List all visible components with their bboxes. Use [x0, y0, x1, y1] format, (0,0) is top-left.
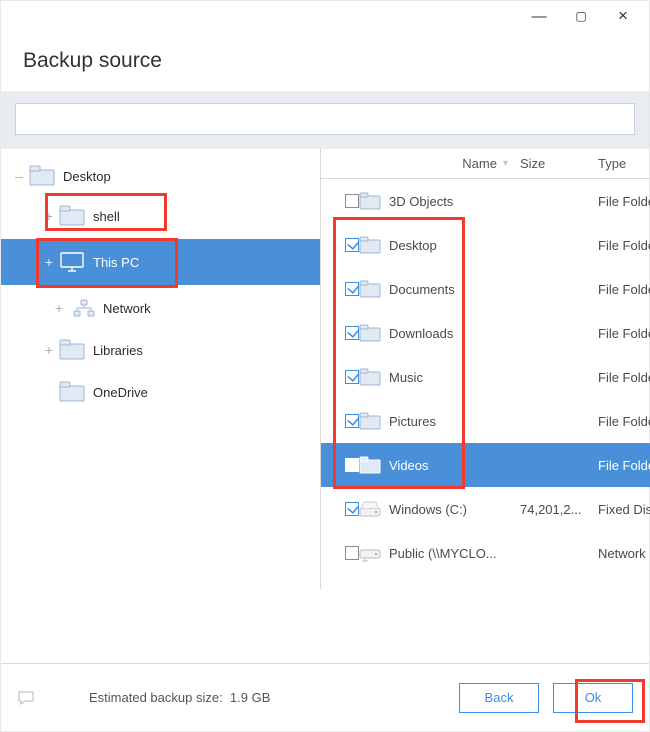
folder-icon — [359, 368, 381, 386]
tree-label: shell — [93, 209, 120, 224]
minimize-button[interactable]: — — [531, 8, 547, 25]
checkbox[interactable] — [345, 282, 359, 296]
item-type: File Folder — [592, 370, 650, 385]
list-header: Name ▾ Size Type — [321, 149, 650, 179]
list-item[interactable]: Documents File Folder — [321, 267, 650, 311]
page-title: Backup source — [1, 31, 649, 91]
checkbox[interactable] — [345, 370, 359, 384]
tree-node-onedrive[interactable]: + OneDrive — [1, 375, 321, 409]
item-name: 3D Objects — [389, 194, 453, 209]
folder-icon — [359, 280, 381, 298]
monitor-icon — [59, 251, 85, 273]
footer: Estimated backup size: 1.9 GB Back Ok — [1, 663, 649, 731]
checkbox[interactable] — [345, 326, 359, 340]
col-type[interactable]: Type — [592, 156, 650, 171]
tree-label: Libraries — [93, 343, 143, 358]
list-item[interactable]: Windows (C:) 74,201,2...Fixed Disk — [321, 487, 650, 531]
expand-icon[interactable]: + — [51, 300, 67, 316]
expand-icon[interactable]: + — [41, 254, 57, 270]
folder-icon — [359, 456, 381, 474]
item-name: Public (\\MYCLO... — [389, 546, 497, 561]
folder-tree: – Desktop + shell + This PC + Network + … — [1, 149, 321, 629]
col-name[interactable]: Name ▾ — [359, 156, 514, 171]
tree-label: Desktop — [63, 169, 111, 184]
checkbox[interactable] — [345, 502, 359, 516]
tree-label: OneDrive — [93, 385, 148, 400]
item-name: Music — [389, 370, 423, 385]
checkbox[interactable] — [345, 546, 359, 560]
folder-icon — [359, 192, 381, 210]
expand-icon[interactable]: + — [41, 208, 57, 224]
item-name: Windows (C:) — [389, 502, 467, 517]
list-item[interactable]: 3D Objects File Folder — [321, 179, 650, 223]
folder-icon — [59, 339, 85, 361]
item-name: Pictures — [389, 414, 436, 429]
folder-icon — [59, 381, 85, 403]
item-type: File Folder — [592, 326, 650, 341]
search-input[interactable] — [15, 103, 635, 135]
tree-node-network[interactable]: + Network — [1, 291, 321, 325]
search-bar-wrap — [1, 91, 649, 149]
item-type: Network — [592, 546, 650, 561]
drive-icon — [359, 500, 381, 518]
item-type: File Folder — [592, 238, 650, 253]
estimated-size: Estimated backup size: 1.9 GB — [89, 690, 270, 705]
window-controls: — ▢ × — [1, 1, 649, 31]
network-icon — [73, 299, 95, 317]
ok-button[interactable]: Ok — [553, 683, 633, 713]
tree-node-shell[interactable]: + shell — [1, 199, 321, 233]
file-list: Name ▾ Size Type 3D ObjectsFile FolderDe… — [321, 149, 650, 629]
item-type: File Folder — [592, 458, 650, 473]
tree-node-thispc[interactable]: + This PC — [1, 239, 321, 285]
tree-node-desktop[interactable]: – Desktop — [1, 159, 321, 193]
checkbox[interactable] — [345, 414, 359, 428]
speech-bubble-icon — [17, 690, 35, 706]
list-item[interactable]: Downloads File Folder — [321, 311, 650, 355]
item-size: 74,201,2... — [514, 502, 592, 517]
list-item[interactable]: Music File Folder — [321, 355, 650, 399]
item-type: Fixed Disk — [592, 502, 650, 517]
col-size[interactable]: Size — [514, 156, 592, 171]
list-item[interactable]: Videos File Folder — [321, 443, 650, 487]
folder-icon — [359, 236, 381, 254]
folder-icon — [29, 165, 55, 187]
back-button[interactable]: Back — [459, 683, 539, 713]
tree-label: Network — [103, 301, 151, 316]
collapse-icon[interactable]: – — [11, 168, 27, 184]
item-name: Desktop — [389, 238, 437, 253]
netdrive-icon — [359, 544, 381, 562]
expand-icon[interactable]: + — [41, 342, 57, 358]
item-name: Downloads — [389, 326, 453, 341]
checkbox[interactable] — [345, 194, 359, 208]
checkbox[interactable] — [345, 458, 359, 472]
list-item[interactable]: Pictures File Folder — [321, 399, 650, 443]
item-name: Videos — [389, 458, 429, 473]
checkbox[interactable] — [345, 238, 359, 252]
folder-icon — [359, 412, 381, 430]
close-button[interactable]: × — [615, 6, 631, 26]
item-type: File Folder — [592, 282, 650, 297]
item-name: Documents — [389, 282, 455, 297]
folder-icon — [59, 205, 85, 227]
item-type: File Folder — [592, 194, 650, 209]
tree-node-libraries[interactable]: + Libraries — [1, 333, 321, 367]
folder-icon — [359, 324, 381, 342]
maximize-button[interactable]: ▢ — [573, 9, 589, 23]
list-item[interactable]: Public (\\MYCLO... Network — [321, 531, 650, 575]
chevron-down-icon: ▾ — [503, 158, 508, 169]
tree-label: This PC — [93, 255, 139, 270]
item-type: File Folder — [592, 414, 650, 429]
list-item[interactable]: Desktop File Folder — [321, 223, 650, 267]
